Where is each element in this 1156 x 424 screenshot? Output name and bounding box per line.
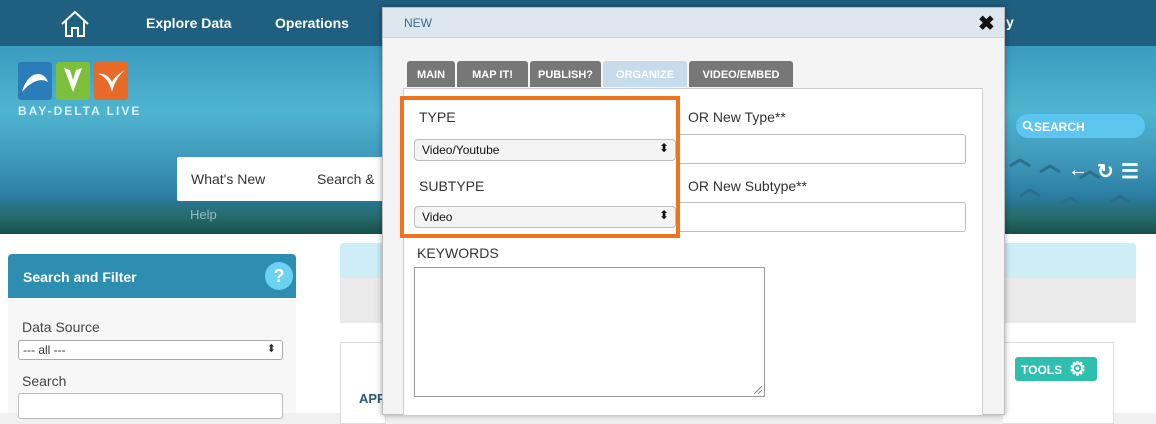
secondary-nav: What's New Search &: [177, 157, 387, 201]
data-source-select[interactable]: --- all --- ⬍: [18, 340, 283, 360]
back-arrow-icon[interactable]: ←: [1068, 159, 1088, 182]
data-source-value: --- all ---: [23, 343, 66, 357]
subnav-whats-new[interactable]: What's New: [191, 171, 265, 187]
type-value: Video/Youtube: [422, 143, 500, 157]
refresh-icon[interactable]: ↻: [1097, 159, 1114, 184]
logo-bird-tile: [94, 62, 128, 100]
subtype-select[interactable]: Video ⬍: [414, 206, 676, 228]
new-subtype-label: OR New Subtype**: [688, 178, 808, 194]
tab-publish[interactable]: PUBLISH?: [530, 61, 601, 87]
data-source-label: Data Source: [22, 319, 100, 335]
search-button-label: SEARCH: [1034, 120, 1085, 134]
search-input[interactable]: [18, 393, 283, 419]
dialog-titlebar: NEW ✖: [383, 8, 1004, 38]
tools-label: TOOLS: [1021, 363, 1063, 377]
results-header-strip: [340, 243, 384, 278]
list-icon[interactable]: ☰: [1121, 159, 1139, 184]
search-icon: [1022, 120, 1034, 132]
subnav-help[interactable]: Help: [190, 207, 217, 222]
new-subtype-input[interactable]: [676, 202, 966, 232]
search-filter-header: Search and Filter ?: [8, 254, 296, 298]
tab-video-embed[interactable]: VIDEO/EMBED: [689, 61, 793, 87]
select-arrow-icon: ⬍: [266, 343, 276, 355]
dialog-title: NEW: [404, 16, 432, 30]
search-button[interactable]: SEARCH: [1016, 114, 1145, 138]
tab-main[interactable]: MAIN: [407, 61, 455, 87]
help-icon[interactable]: ?: [265, 262, 293, 290]
results-header-strip-right: [1003, 243, 1136, 278]
subtype-label: SUBTYPE: [419, 178, 485, 194]
gear-icon: ⚙: [1069, 359, 1087, 380]
select-arrow-icon: ⬍: [658, 141, 669, 155]
keywords-textarea[interactable]: [414, 267, 765, 397]
keywords-label: KEYWORDS: [417, 245, 499, 261]
logo-leaf-tile: [56, 62, 90, 100]
type-label: TYPE: [419, 109, 456, 125]
tools-button[interactable]: TOOLS ⚙: [1015, 357, 1097, 381]
home-icon[interactable]: [58, 9, 92, 39]
select-arrow-icon: ⬍: [658, 208, 669, 222]
logo-text: BAY-DELTA LIVE: [18, 104, 142, 118]
tab-map-it[interactable]: MAP IT!: [457, 61, 528, 87]
nav-explore-data[interactable]: Explore Data: [146, 15, 232, 31]
type-select[interactable]: Video/Youtube ⬍: [414, 139, 676, 161]
search-label: Search: [22, 373, 67, 389]
result-card-right: [1003, 342, 1114, 424]
new-type-label: OR New Type**: [688, 109, 786, 125]
close-icon[interactable]: ✖: [978, 11, 995, 36]
logo-fish-tile: [18, 62, 52, 100]
nav-item-truncated[interactable]: y: [1006, 14, 1014, 30]
resize-grip-icon[interactable]: [754, 386, 762, 394]
result-card: [340, 342, 386, 424]
subnav-search[interactable]: Search &: [317, 171, 375, 187]
results-subheader: [340, 278, 384, 323]
subtype-value: Video: [422, 210, 453, 224]
results-subheader-right: [1003, 278, 1136, 323]
tab-organize[interactable]: ORGANIZE: [603, 61, 687, 87]
search-filter-title: Search and Filter: [23, 269, 137, 285]
new-type-input[interactable]: [676, 134, 966, 164]
nav-operations[interactable]: Operations: [275, 15, 349, 31]
